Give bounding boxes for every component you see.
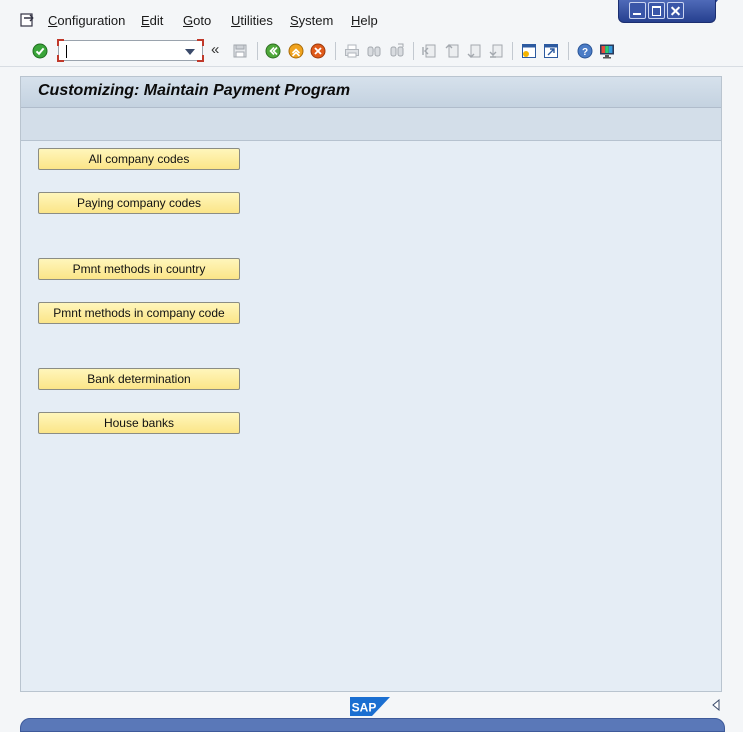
next-page-icon[interactable] [466, 43, 482, 59]
previous-page-icon[interactable] [444, 43, 460, 59]
svg-text:?: ? [582, 47, 588, 58]
customize-layout-icon[interactable] [599, 43, 615, 59]
page-title: Customizing: Maintain Payment Program [38, 82, 351, 99]
exit-icon[interactable] [288, 43, 304, 59]
menu-help[interactable]: Help [351, 13, 378, 28]
first-page-icon[interactable] [421, 43, 437, 59]
menu-goto[interactable]: Goto [183, 13, 211, 28]
pmnt-methods-in-country-button[interactable]: Pmnt methods in country [38, 258, 240, 280]
minimize-button[interactable] [629, 2, 646, 19]
shortcut-icon[interactable] [543, 43, 559, 59]
save-icon[interactable] [232, 43, 248, 59]
pmnt-methods-in-company-code-button[interactable]: Pmnt methods in company code [38, 302, 240, 324]
svg-text:SAP: SAP [352, 701, 377, 715]
find-next-icon[interactable] [389, 43, 405, 59]
last-page-icon[interactable] [488, 43, 504, 59]
create-session-icon[interactable] [521, 43, 537, 59]
close-window-button[interactable] [667, 2, 684, 19]
menu-system[interactable]: System [290, 13, 333, 28]
status-expand-icon[interactable] [712, 699, 720, 711]
menu-options-icon[interactable] [20, 13, 36, 27]
cancel-icon[interactable] [310, 43, 326, 59]
window-controls [618, 0, 716, 23]
command-field[interactable] [57, 39, 204, 62]
bank-determination-button[interactable]: Bank determination [38, 368, 240, 390]
maximize-button[interactable] [648, 2, 665, 19]
menu-edit[interactable]: Edit [141, 13, 163, 28]
collapse-chevron-icon[interactable]: « [211, 41, 219, 58]
status-bar [20, 718, 725, 732]
house-banks-button[interactable]: House banks [38, 412, 240, 434]
text-caret [66, 45, 67, 58]
standard-toolbar: « ? [0, 38, 743, 67]
sap-logo: SAP [350, 697, 390, 716]
main-area: Customizing: Maintain Payment Program Al… [20, 76, 722, 692]
paying-company-codes-button[interactable]: Paying company codes [38, 192, 240, 214]
application-toolbar [21, 108, 721, 141]
back-icon[interactable] [265, 43, 281, 59]
help-icon[interactable]: ? [577, 43, 593, 59]
find-icon[interactable] [366, 43, 382, 59]
title-bar: Customizing: Maintain Payment Program [21, 77, 721, 108]
chevron-down-icon[interactable] [185, 49, 195, 55]
all-company-codes-button[interactable]: All company codes [38, 148, 240, 170]
menu-utilities[interactable]: Utilities [231, 13, 273, 28]
enter-icon[interactable] [32, 43, 48, 59]
print-icon[interactable] [344, 43, 360, 59]
menu-configuration[interactable]: Configuration [48, 13, 125, 28]
